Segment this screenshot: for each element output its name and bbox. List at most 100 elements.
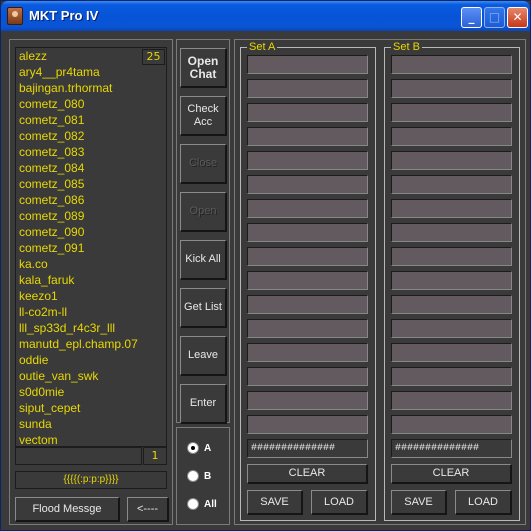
user-list-item[interactable]: cometz_081 [16,112,166,128]
user-list-item[interactable]: bajingan.trhormat [16,80,166,96]
user-list-item[interactable]: s0d0mie [16,384,166,400]
user-list-item[interactable]: keezo1 [16,288,166,304]
radio-panel: A B All [176,427,230,525]
title-bar[interactable]: MKT Pro IV _ □ ✕ [1,1,530,31]
flood-message-field[interactable]: {{{{(:p:p:p}}}} [15,471,167,489]
check-acc-button[interactable]: Check Acc [180,96,227,136]
set-b-clear-button[interactable]: CLEAR [391,464,512,484]
radio-b[interactable]: B [187,468,227,484]
set-b-hash-field[interactable]: ############## [391,439,512,458]
user-list-item[interactable]: siput_cepet [16,400,166,416]
enter-button[interactable]: Enter [180,384,227,424]
set-b-slot-field[interactable] [391,151,512,170]
set-b-slot-field[interactable] [391,247,512,266]
set-a-slot-field[interactable] [247,247,368,266]
set-a-label: Set A [247,40,278,54]
user-list-item[interactable]: cometz_085 [16,176,166,192]
set-b-group: Set B ############## CLEAR SAVE LOAD [384,40,520,521]
user-list-item[interactable]: oddie [16,352,166,368]
horizontal-scrollbar[interactable] [15,447,142,465]
set-b-load-button[interactable]: LOAD [455,490,512,515]
user-list-item[interactable]: lll_sp33d_r4c3r_lll [16,320,166,336]
set-a-slot-field[interactable] [247,391,368,410]
window-title: MKT Pro IV [29,8,99,23]
set-b-save-button[interactable]: SAVE [391,490,447,515]
set-a-save-button[interactable]: SAVE [247,490,303,515]
radio-indicator [187,442,199,454]
set-b-slot-field[interactable] [391,271,512,290]
set-a-slot-field[interactable] [247,295,368,314]
user-list-item[interactable]: cometz_091 [16,240,166,256]
set-b-slot-field[interactable] [391,367,512,386]
set-a-group: Set A ############## CLEAR SAVE LOAD [240,40,376,521]
set-a-clear-button[interactable]: CLEAR [247,464,368,484]
set-a-hash-field[interactable]: ############## [247,439,368,458]
app-icon [7,7,23,25]
user-list-item[interactable]: sunda [16,416,166,432]
kick-all-button[interactable]: Kick All [180,240,227,280]
user-list-item[interactable]: manutd_epl.champ.07 [16,336,166,352]
user-list-item[interactable]: kala_faruk [16,272,166,288]
open-chat-button[interactable]: Open Chat [180,48,227,88]
sets-panel: Set A ############## CLEAR SAVE LOAD Set… [234,39,526,525]
set-b-slot-field[interactable] [391,415,512,434]
user-list-panel: alezz ary4__pr4tama bajingan.trhormat comet… [9,39,173,525]
set-b-slot-field[interactable] [391,103,512,122]
user-list-item[interactable]: ary4__pr4tama [16,64,166,80]
set-a-slot-field[interactable] [247,127,368,146]
user-list-item[interactable]: ka.co [16,256,166,272]
user-list-item[interactable]: cometz_090 [16,224,166,240]
user-list-item[interactable]: cometz_083 [16,144,166,160]
set-b-slot-field[interactable] [391,199,512,218]
flood-message-button[interactable]: Flood Messge [15,497,120,522]
set-b-slot-field[interactable] [391,223,512,242]
minimize-button[interactable]: _ [461,7,482,28]
set-a-slot-field[interactable] [247,199,368,218]
set-a-slot-field[interactable] [247,367,368,386]
set-a-slot-field[interactable] [247,271,368,290]
radio-all[interactable]: All [187,496,227,512]
set-b-slot-field[interactable] [391,79,512,98]
close-chat-button[interactable]: Close [180,144,227,184]
set-b-slot-field[interactable] [391,175,512,194]
set-b-label: Set B [391,40,422,54]
set-a-slot-field[interactable] [247,415,368,434]
leave-button[interactable]: Leave [180,336,227,376]
set-a-slot-field[interactable] [247,55,368,74]
user-list-item[interactable]: vectom [16,432,166,446]
set-b-slot-field[interactable] [391,319,512,338]
user-list-item[interactable]: cometz_089 [16,208,166,224]
back-button[interactable]: <---- [127,497,169,522]
set-b-slot-field[interactable] [391,55,512,74]
set-a-slot-field[interactable] [247,151,368,170]
user-list[interactable]: alezz ary4__pr4tama bajingan.trhormat comet… [15,47,167,447]
radio-label: A [204,442,212,454]
user-list-item[interactable]: cometz_084 [16,160,166,176]
radio-indicator [187,498,199,510]
close-button[interactable]: ✕ [507,7,528,28]
user-list-item[interactable]: outie_van_swk [16,368,166,384]
radio-label: All [204,498,217,510]
set-a-slot-field[interactable] [247,319,368,338]
user-list-item[interactable]: ll-co2m-ll [16,304,166,320]
maximize-button[interactable]: □ [484,7,505,28]
scroll-count: 1 [143,447,167,465]
open-button[interactable]: Open [180,192,227,232]
set-a-load-button[interactable]: LOAD [311,490,368,515]
set-a-slot-field[interactable] [247,175,368,194]
set-b-slot-field[interactable] [391,391,512,410]
set-a-slot-field[interactable] [247,79,368,98]
set-a-slot-field[interactable] [247,343,368,362]
user-list-item[interactable]: cometz_086 [16,192,166,208]
radio-indicator [187,470,199,482]
set-a-slot-field[interactable] [247,103,368,122]
user-list-item[interactable]: cometz_080 [16,96,166,112]
set-b-slot-field[interactable] [391,295,512,314]
user-count-badge: 25 [142,49,165,65]
set-b-slot-field[interactable] [391,343,512,362]
set-b-slot-field[interactable] [391,127,512,146]
user-list-item[interactable]: cometz_082 [16,128,166,144]
get-list-button[interactable]: Get List [180,288,227,328]
radio-a[interactable]: A [187,440,227,456]
set-a-slot-field[interactable] [247,223,368,242]
